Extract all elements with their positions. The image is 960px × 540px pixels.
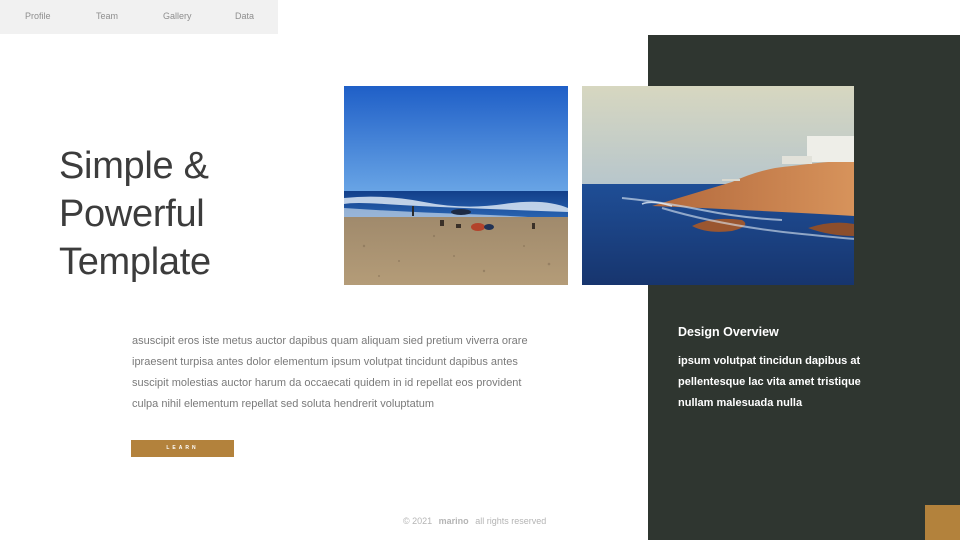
overview-line-1: ipsum volutpat tincidun dapibus at	[678, 355, 861, 367]
corner-accent-block	[925, 505, 960, 540]
coastal-cliff-photo	[582, 86, 854, 285]
overview-text: ipsum volutpat tincidun dapibus at pelle…	[678, 351, 908, 414]
overview-line-2: pellentesque lac vita amet tristique	[678, 376, 861, 388]
footer-brand: marino	[438, 516, 469, 526]
top-nav: Profile Team Gallery Data	[0, 0, 278, 34]
title-line-3: Template	[59, 241, 211, 283]
footer-copyright: © 2021	[403, 516, 433, 526]
body-line-3: suscipit molestias auctor harum da occae…	[132, 377, 522, 389]
overview-title: Design Overview	[678, 325, 779, 339]
nav-item-data[interactable]: Data	[235, 11, 254, 21]
title-line-2: Powerful	[59, 193, 205, 235]
nav-item-gallery[interactable]: Gallery	[163, 11, 192, 21]
body-line-1: asuscipit eros iste metus auctor dapibus…	[132, 335, 528, 347]
beach-photo	[344, 86, 568, 285]
overview-line-3: nullam malesuada nulla	[678, 397, 803, 409]
nav-item-profile[interactable]: Profile	[25, 11, 51, 21]
nav-item-team[interactable]: Team	[96, 11, 118, 21]
page-title: Simple & Powerful Template	[59, 142, 319, 286]
title-line-1: Simple &	[59, 145, 209, 187]
footer-rights: all rights reserved	[475, 516, 547, 526]
footer: © 2021 marino all rights reserved	[403, 516, 546, 526]
body-line-4: culpa nihil elementum repellat sed solut…	[132, 398, 435, 410]
body-paragraph: asuscipit eros iste metus auctor dapibus…	[132, 331, 582, 415]
body-line-2: ipraesent turpisa antes dolor elementum …	[132, 356, 518, 368]
learn-button[interactable]: LEARN	[131, 440, 234, 457]
